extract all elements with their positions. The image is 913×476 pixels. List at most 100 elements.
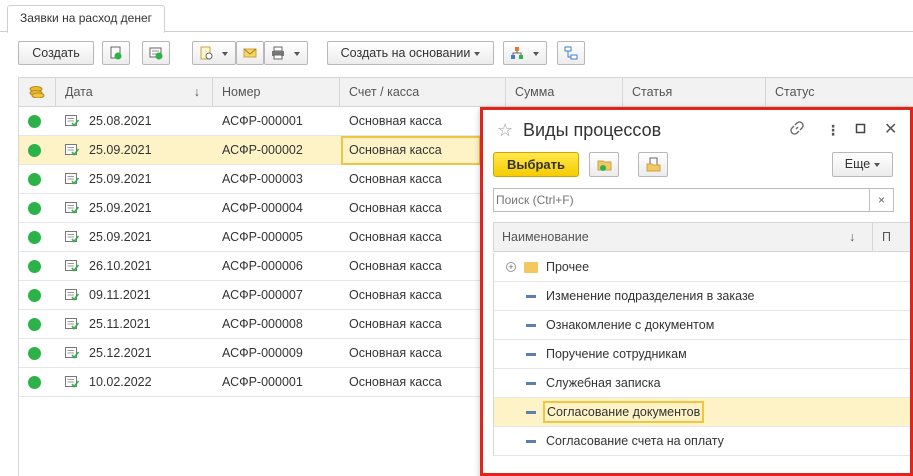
list-item-label: Прочее	[546, 260, 590, 274]
cell-number: АСФР-000001	[222, 375, 303, 389]
copy-icon	[110, 46, 122, 60]
cell-account: Основная касса	[349, 230, 442, 244]
list-item[interactable]: Изменение подразделения в заказе	[493, 282, 910, 311]
cell-account: Основная касса	[349, 317, 442, 331]
list-item[interactable]: Служебная записка	[493, 369, 910, 398]
cell-number: АСФР-000009	[222, 346, 303, 360]
chevron-down-icon	[222, 52, 228, 56]
cell-number: АСФР-000002	[222, 143, 303, 157]
posted-document-icon	[65, 289, 79, 301]
create-based-on-label: Создать на основании	[340, 46, 471, 60]
create-based-on-dropdown[interactable]: Создать на основании	[327, 41, 494, 65]
header-p[interactable]: П	[882, 223, 891, 252]
element-icon	[526, 324, 536, 327]
print-form-dropdown[interactable]	[192, 41, 236, 65]
status-dot-icon	[28, 289, 41, 302]
cell-account: Основная касса	[349, 375, 442, 389]
list-item-label: Согласование документов	[543, 401, 705, 423]
list-item-label: Служебная записка	[546, 376, 661, 390]
cell-date: 25.08.2021	[89, 114, 152, 128]
cell-account: Основная касса	[349, 172, 442, 186]
cell-number: АСФР-000001	[222, 114, 303, 128]
more-dropdown[interactable]: Еще	[832, 152, 893, 177]
status-dot-icon	[28, 202, 41, 215]
hierarchy-icon	[511, 47, 523, 59]
header-article[interactable]: Статья	[623, 78, 766, 107]
link-icon[interactable]	[790, 120, 804, 140]
search-input[interactable]	[496, 190, 866, 210]
maximize-icon[interactable]	[855, 120, 867, 140]
cell-date: 10.02.2022	[89, 375, 152, 389]
clear-search-button[interactable]: ×	[869, 189, 893, 211]
chevron-down-icon	[294, 52, 300, 56]
header-amount[interactable]: Сумма	[506, 78, 623, 107]
cell-number: АСФР-000006	[222, 259, 303, 273]
header-status[interactable]: Статус	[766, 78, 913, 107]
header-date[interactable]: Дата ↓	[56, 78, 213, 107]
sort-down-icon: ↓	[193, 85, 200, 99]
expand-icon[interactable]: +	[506, 262, 516, 272]
document-clock-icon	[200, 46, 213, 60]
header-status-col[interactable]	[19, 78, 56, 107]
posted-document-icon	[65, 376, 79, 388]
cell-account: Основная касса	[349, 288, 442, 302]
report-structure-button[interactable]	[557, 41, 585, 65]
posted-document-icon	[65, 202, 79, 214]
copy-button[interactable]	[102, 41, 130, 65]
element-icon	[526, 440, 536, 443]
cell-account: Основная касса	[349, 259, 442, 273]
email-button[interactable]	[236, 41, 264, 65]
list-add-icon	[149, 47, 163, 60]
header-account[interactable]: Счет / касса	[340, 78, 506, 107]
list-item[interactable]: Ознакомление с документом	[493, 311, 910, 340]
create-folder-button[interactable]	[589, 152, 619, 177]
posted-document-icon	[65, 173, 79, 185]
dialog-title: Виды процессов	[523, 120, 662, 140]
close-icon[interactable]: ✕	[884, 120, 897, 140]
chevron-down-icon	[474, 51, 481, 56]
move-to-folder-button[interactable]	[638, 152, 668, 177]
cell-date: 25.09.2021	[89, 143, 152, 157]
list-item[interactable]: + Прочее	[493, 253, 910, 282]
status-dot-icon	[28, 115, 41, 128]
select-button[interactable]: Выбрать	[493, 152, 579, 177]
posted-document-icon	[65, 260, 79, 272]
process-types-dialog: ☆ Виды процессов ⋮ ✕ Выбрать Еще × Наиме…	[480, 107, 913, 476]
structure-dropdown[interactable]	[503, 41, 547, 65]
header-name[interactable]: Наименование	[502, 223, 589, 252]
list-item-label: Поручение сотрудникам	[546, 347, 687, 361]
posted-document-icon	[65, 318, 79, 330]
tab-expense-requests[interactable]: Заявки на расход денег	[7, 5, 166, 33]
cell-number: АСФР-000005	[222, 230, 303, 244]
search-field: ×	[493, 188, 894, 212]
cell-account: Основная касса	[349, 114, 442, 128]
cell-number: АСФР-000007	[222, 288, 303, 302]
list-item[interactable]: Поручение сотрудникам	[493, 340, 910, 369]
header-number[interactable]: Номер	[213, 78, 340, 107]
cell-date: 25.11.2021	[89, 317, 151, 331]
coins-icon	[29, 86, 45, 98]
list-item-label: Изменение подразделения в заказе	[546, 289, 755, 303]
star-icon[interactable]: ☆	[497, 120, 513, 140]
print-dropdown[interactable]	[264, 41, 308, 65]
more-actions-icon[interactable]: ⋮	[826, 120, 840, 140]
status-dot-icon	[28, 260, 41, 273]
cell-number: АСФР-000004	[222, 201, 303, 215]
add-row-button[interactable]	[142, 41, 170, 65]
status-dot-icon	[28, 173, 41, 186]
list-item[interactable]: Согласование счета на оплату	[493, 427, 910, 456]
cell-account: Основная касса	[349, 346, 442, 360]
posted-document-icon	[65, 115, 79, 127]
folder-icon	[524, 262, 538, 273]
list-item[interactable]: Согласование документов	[493, 398, 910, 427]
cell-date: 25.09.2021	[89, 230, 152, 244]
column-divider	[872, 223, 873, 252]
cell-date: 25.12.2021	[89, 346, 152, 360]
element-icon	[526, 295, 536, 298]
status-dot-icon	[28, 347, 41, 360]
envelope-icon	[243, 48, 257, 58]
status-dot-icon	[28, 376, 41, 389]
cell-date: 26.10.2021	[89, 259, 152, 273]
cell-account: Основная касса	[341, 136, 481, 165]
create-button[interactable]: Создать	[18, 41, 94, 65]
